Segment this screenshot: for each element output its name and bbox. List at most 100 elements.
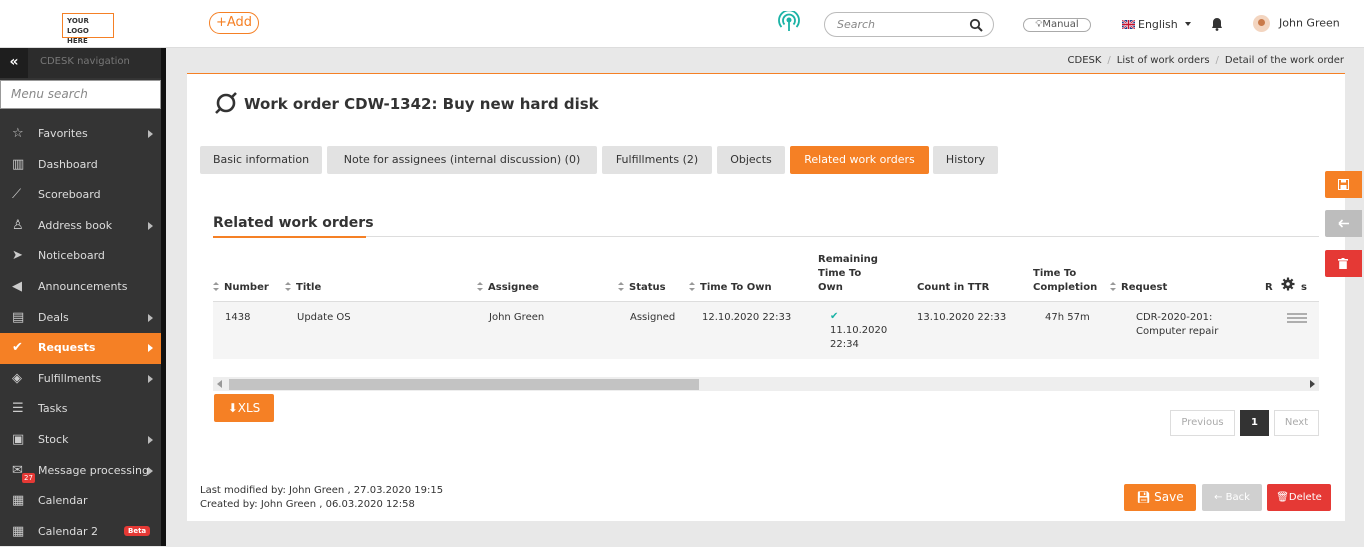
tab-objects[interactable]: Objects	[717, 146, 785, 174]
sidebar-item-fulfillments[interactable]: ◈ Fulfillments	[0, 364, 161, 395]
chevron-right-icon	[148, 435, 153, 444]
line-chart-icon: ⟋	[12, 187, 22, 203]
user-menu[interactable]: John Green	[1253, 15, 1340, 32]
sort-icon	[1110, 282, 1116, 291]
column-header-count-in-ttr[interactable]: Count in TTR	[917, 281, 989, 295]
bar-chart-icon: ▥	[12, 156, 25, 172]
column-header-title[interactable]: Title	[285, 281, 321, 295]
pagination-next[interactable]: Next	[1274, 410, 1319, 436]
hamburger-menu-icon[interactable]	[1287, 313, 1307, 323]
sidebar-item-tasks[interactable]: ☰ Tasks	[0, 394, 161, 425]
company-logo[interactable]: YOUR LOGO HERE	[62, 13, 114, 45]
add-button[interactable]: +Add	[209, 12, 259, 34]
sidebar-item-noticeboard[interactable]: ➤ Noticeboard	[0, 241, 161, 272]
tab-note-for-assignees[interactable]: Note for assignees (internal discussion)…	[327, 146, 597, 174]
download-icon: ⬇︎	[227, 401, 238, 415]
sidebar-item-label: Noticeboard	[38, 249, 105, 263]
column-header-status[interactable]: Status	[618, 281, 666, 295]
column-header-time-to-own[interactable]: Time To Own	[689, 281, 772, 295]
stock-icon: ▣	[12, 431, 25, 447]
tab-history[interactable]: History	[933, 146, 998, 174]
sort-icon	[689, 282, 695, 291]
language-selector[interactable]: English	[1122, 18, 1192, 31]
search-input[interactable]: Search	[824, 12, 994, 37]
tab-related-work-orders[interactable]: Related work orders	[790, 146, 929, 174]
created-by-text: Created by: John Green , 06.03.2020 12:5…	[200, 499, 415, 510]
column-header-assignee[interactable]: Assignee	[477, 281, 539, 295]
sidebar-edge	[161, 48, 166, 546]
sidebar-item-stock[interactable]: ▣ Stock	[0, 425, 161, 456]
unread-count-badge: 27	[22, 472, 35, 483]
sidebar-item-label: Favorites	[38, 127, 88, 140]
sidebar-item-label: Scoreboard	[38, 188, 101, 202]
collapse-sidebar-button[interactable]: «	[0, 48, 28, 78]
horizontal-scrollbar[interactable]	[213, 377, 1319, 391]
sidebar-item-label: Message processing	[38, 463, 149, 477]
sidebar-item-favorites[interactable]: ☆ Favorites	[0, 119, 161, 150]
sidebar-item-message-processing[interactable]: ✉ Message processing 27	[0, 456, 161, 487]
sort-icon	[213, 282, 219, 291]
sort-icon	[477, 282, 483, 291]
column-header-time-to-completion[interactable]: Time To Completion	[1033, 267, 1097, 295]
breadcrumb-list[interactable]: List of work orders	[1117, 55, 1210, 66]
pagination-previous[interactable]: Previous	[1170, 410, 1235, 436]
floating-delete-button[interactable]	[1325, 250, 1362, 277]
sidebar-item-calendar-2[interactable]: ▦ Calendar 2 Beta	[0, 517, 161, 547]
table-row[interactable]: 1438 Update OS John Green Assigned 12.10…	[213, 301, 1319, 359]
chevron-right-icon	[148, 221, 153, 230]
manual-button[interactable]: 💡︎Manual	[1023, 18, 1091, 32]
delete-button[interactable]: 🗑︎Delete	[1267, 484, 1331, 511]
scroll-right-arrow[interactable]	[1310, 380, 1315, 388]
sidebar-item-dashboard[interactable]: ▥ Dashboard	[0, 150, 161, 181]
back-button[interactable]: ← Back	[1202, 484, 1262, 511]
sidebar-menu: ☆ Favorites ▥ Dashboard ⟋ Scoreboard ♙ Address …	[0, 119, 161, 547]
user-icon: ♙	[12, 217, 24, 233]
cell-request[interactable]: CDR-2020-201: Computer repair	[1136, 311, 1218, 339]
floating-save-button[interactable]	[1325, 171, 1362, 198]
column-header-request[interactable]: Request	[1110, 281, 1167, 295]
save-button[interactable]: 💾︎ Save	[1124, 484, 1196, 511]
sidebar-item-deals[interactable]: ▤ Deals	[0, 303, 161, 334]
pagination-page-current[interactable]: 1	[1240, 410, 1269, 436]
chevron-right-icon	[148, 466, 153, 475]
tab-basic-information[interactable]: Basic information	[200, 146, 322, 174]
sidebar-item-label: Address book	[38, 218, 113, 232]
cell-number[interactable]: 1438	[225, 311, 250, 325]
column-header-r[interactable]: R	[1265, 281, 1273, 295]
sidebar-item-requests[interactable]: ✔ Requests	[0, 333, 161, 364]
sidebar-item-label: Calendar	[38, 494, 88, 508]
chevron-right-icon	[148, 344, 153, 353]
scroll-left-arrow[interactable]	[217, 380, 222, 388]
section-underline	[213, 236, 1319, 238]
beta-badge: Beta	[124, 525, 151, 536]
scrollbar-thumb[interactable]	[229, 379, 699, 390]
sidebar-item-label: Announcements	[38, 279, 128, 293]
check-circle-icon: ✔	[12, 340, 23, 356]
column-header-number[interactable]: Number	[213, 281, 269, 295]
cube-icon: ◈	[12, 370, 22, 386]
sidebar-item-announcements[interactable]: ◀ Announcements	[0, 272, 161, 303]
broadcast-icon[interactable]	[778, 11, 800, 33]
sort-icon	[618, 282, 624, 291]
sidebar: « CDESK navigation Menu search ☆ Favorite…	[0, 48, 161, 546]
calendar-icon: ▦	[12, 493, 25, 509]
sidebar-item-address-book[interactable]: ♙ Address book	[0, 211, 161, 242]
export-xls-button[interactable]: ⬇︎XLS	[214, 394, 274, 422]
gear-icon[interactable]	[1281, 277, 1295, 291]
sidebar-item-calendar[interactable]: ▦ Calendar	[0, 486, 161, 517]
search-icon[interactable]	[969, 18, 983, 32]
last-modified-text: Last modified by: John Green , 27.03.202…	[200, 485, 444, 496]
cell-remaining-time-to-own: ✔︎ 11.10.2020 22:34	[830, 311, 888, 350]
breadcrumb-cdesk[interactable]: CDESK	[1068, 55, 1102, 66]
column-header-remaining-time-to-own[interactable]: Remaining Time To Own	[818, 253, 878, 295]
tab-fulfillments[interactable]: Fulfillments (2)	[602, 146, 712, 174]
megaphone-icon: ◀	[12, 278, 22, 294]
floating-back-button[interactable]	[1325, 210, 1362, 237]
deals-icon: ▤	[12, 309, 25, 325]
sidebar-item-label: Stock	[38, 432, 69, 446]
menu-search-input[interactable]: Menu search	[0, 80, 161, 109]
cell-title[interactable]: Update OS	[297, 311, 351, 325]
bell-icon[interactable]	[1211, 17, 1223, 31]
column-header-s: s	[1301, 282, 1307, 293]
sidebar-item-scoreboard[interactable]: ⟋ Scoreboard	[0, 180, 161, 211]
